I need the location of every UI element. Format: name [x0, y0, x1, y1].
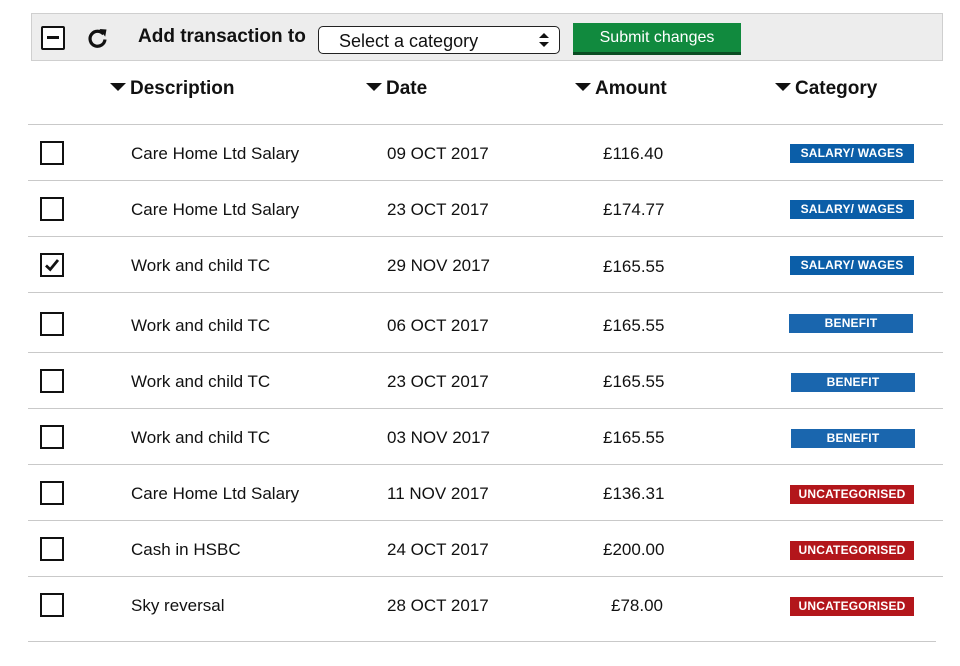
column-header-category[interactable]: Category [775, 78, 877, 100]
row-amount: £200.00 [603, 540, 665, 559]
row-date: 03 NOV 2017 [387, 428, 491, 447]
row-date: 23 OCT 2017 [387, 200, 489, 219]
row-amount: £78.00 [611, 596, 663, 615]
column-header-description[interactable]: Description [110, 78, 235, 100]
row-checkbox[interactable] [40, 197, 64, 221]
submit-changes-button[interactable]: Submit changes [573, 23, 741, 55]
table-row: Care Home Ltd Salary 09 OCT 2017 £116.40… [28, 124, 943, 181]
row-description: Sky reversal [131, 596, 225, 615]
category-badge: UNCATEGORISED [790, 541, 914, 560]
table-row: Work and child TC 23 OCT 2017 £165.55 BE… [28, 352, 943, 409]
toolbar: Add transaction to Select a category Sub… [31, 13, 943, 61]
column-header-amount-label: Amount [595, 78, 667, 99]
row-amount: £165.55 [603, 316, 665, 335]
sort-caret-icon [366, 82, 382, 91]
row-description: Care Home Ltd Salary [131, 144, 300, 163]
row-amount: £165.55 [603, 428, 665, 447]
sort-caret-icon [575, 82, 591, 91]
table-row: Work and child TC 29 NOV 2017 £165.55 SA… [28, 236, 943, 293]
row-description: Work and child TC [131, 428, 271, 447]
table-row: Work and child TC 03 NOV 2017 £165.55 BE… [28, 408, 943, 465]
row-description: Work and child TC [131, 316, 271, 335]
collapse-minus-icon[interactable] [41, 26, 65, 50]
refresh-icon[interactable] [86, 26, 110, 50]
category-select-value: Select a category [339, 31, 479, 51]
row-description: Cash in HSBC [131, 540, 241, 559]
category-badge: SALARY/ WAGES [790, 200, 914, 219]
table-bottom-divider [28, 641, 936, 642]
select-arrows-icon [539, 33, 549, 47]
category-badge: BENEFIT [791, 429, 915, 448]
column-header-description-label: Description [130, 78, 235, 99]
row-checkbox[interactable] [40, 425, 64, 449]
category-badge: SALARY/ WAGES [790, 144, 914, 163]
row-date: 06 OCT 2017 [387, 316, 489, 335]
sort-caret-icon [775, 82, 791, 91]
row-amount: £165.55 [603, 372, 665, 391]
category-badge: BENEFIT [789, 314, 913, 333]
row-checkbox[interactable] [40, 253, 64, 277]
row-checkbox[interactable] [40, 312, 64, 336]
row-checkbox[interactable] [40, 481, 64, 505]
row-checkbox[interactable] [40, 593, 64, 617]
sort-caret-icon [110, 82, 126, 91]
row-description: Work and child TC [131, 372, 271, 391]
row-amount: £165.55 [603, 257, 665, 276]
category-badge: UNCATEGORISED [790, 485, 914, 504]
row-checkbox[interactable] [40, 141, 64, 165]
checkmark-icon [45, 259, 60, 272]
category-select[interactable]: Select a category [318, 26, 560, 54]
row-date: 29 NOV 2017 [387, 256, 491, 275]
row-checkbox[interactable] [40, 537, 64, 561]
column-header-date-label: Date [386, 78, 428, 99]
column-header-category-label: Category [795, 78, 878, 99]
row-date: 24 OCT 2017 [387, 540, 489, 559]
table-row: Sky reversal 28 OCT 2017 £78.00 UNCATEGO… [28, 576, 943, 633]
row-description: Care Home Ltd Salary [131, 200, 300, 219]
row-description: Care Home Ltd Salary [131, 484, 300, 503]
row-amount: £136.31 [603, 484, 665, 503]
category-badge: UNCATEGORISED [790, 597, 914, 616]
add-transaction-label: Add transaction to [138, 26, 306, 47]
row-amount: £174.77 [603, 200, 665, 219]
category-badge: BENEFIT [791, 373, 915, 392]
row-date: 11 NOV 2017 [387, 484, 489, 503]
table-row: Cash in HSBC 24 OCT 2017 £200.00 UNCATEG… [28, 520, 943, 577]
table-row: Care Home Ltd Salary 11 NOV 2017 £136.31… [28, 464, 943, 521]
row-description: Work and child TC [131, 256, 271, 275]
column-header-date[interactable]: Date [366, 78, 427, 100]
table-row: Work and child TC 06 OCT 2017 £165.55 BE… [28, 292, 943, 353]
row-date: 09 OCT 2017 [387, 144, 489, 163]
row-date: 23 OCT 2017 [387, 372, 489, 391]
column-header-amount[interactable]: Amount [575, 78, 667, 100]
table-row: Care Home Ltd Salary 23 OCT 2017 £174.77… [28, 180, 943, 237]
category-badge: SALARY/ WAGES [790, 256, 914, 275]
row-date: 28 OCT 2017 [387, 596, 489, 615]
row-checkbox[interactable] [40, 369, 64, 393]
row-amount: £116.40 [603, 144, 664, 163]
